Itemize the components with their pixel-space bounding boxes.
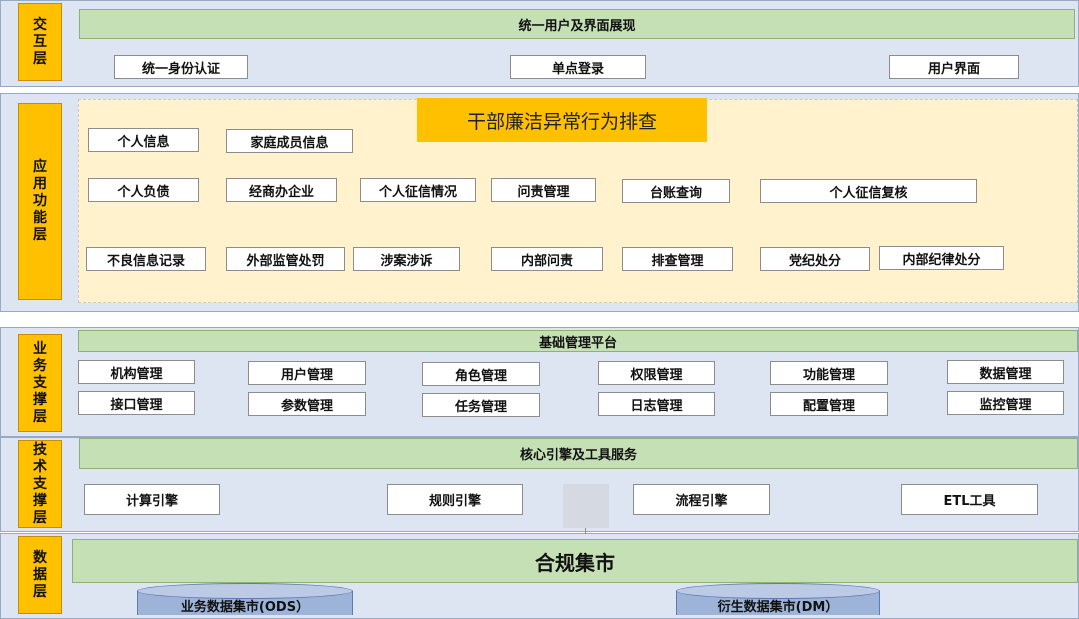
core-engine-bar: 核心引擎及工具服务 <box>79 438 1078 469</box>
dm-data-mart: 衍生数据集市(DM） <box>676 583 880 619</box>
biz-box-config-mgmt: 配置管理 <box>770 392 888 416</box>
base-platform-bar: 基础管理平台 <box>78 330 1078 352</box>
tech-box-compute-engine: 计算引擎 <box>84 484 220 515</box>
app-box-accountability-mgmt: 问责管理 <box>491 178 596 202</box>
business-layer-label: 业务支撑层 <box>18 334 62 432</box>
app-box-internal-accountability: 内部问责 <box>491 247 603 271</box>
biz-box-interface-mgmt: 接口管理 <box>78 391 195 415</box>
app-box-business-enterprise: 经商办企业 <box>226 178 337 202</box>
application-layer-label: 应用功能层 <box>18 103 62 300</box>
data-layer-label: 数据层 <box>18 536 62 614</box>
app-box-personal-info: 个人信息 <box>88 128 199 152</box>
technical-layer-label: 技术支撑层 <box>18 440 62 528</box>
app-box-investigation-mgmt: 排查管理 <box>622 247 733 271</box>
compliance-mart-bar: 合规集市 <box>72 539 1078 583</box>
app-box-litigation: 涉案涉诉 <box>353 247 460 271</box>
app-box-party-discipline: 党纪处分 <box>760 247 870 271</box>
biz-box-org-mgmt: 机构管理 <box>78 360 195 384</box>
interaction-layer-label: 交互层 <box>18 3 62 81</box>
app-box-bad-records: 不良信息记录 <box>86 247 206 271</box>
biz-box-param-mgmt: 参数管理 <box>248 392 366 416</box>
biz-box-data-mgmt: 数据管理 <box>947 360 1064 384</box>
dm-label: 衍生数据集市(DM） <box>717 600 839 615</box>
biz-box-role-mgmt: 角色管理 <box>422 362 540 386</box>
biz-box-task-mgmt: 任务管理 <box>422 393 540 417</box>
tech-box-etl-tool: ETL工具 <box>901 484 1038 515</box>
tech-box-rule-engine: 规则引擎 <box>387 484 523 515</box>
ods-label: 业务数据集市(ODS） <box>180 600 310 615</box>
user-interface-box: 用户界面 <box>889 55 1019 79</box>
biz-box-permission-mgmt: 权限管理 <box>598 361 715 385</box>
app-box-personal-debt: 个人负债 <box>88 178 199 202</box>
ods-data-mart: 业务数据集市(ODS） <box>137 583 353 619</box>
unified-auth-box: 统一身份认证 <box>114 55 248 79</box>
tech-box-workflow-engine: 流程引擎 <box>633 484 770 515</box>
app-box-family-info: 家庭成员信息 <box>226 129 353 153</box>
biz-box-log-mgmt: 日志管理 <box>598 392 715 416</box>
sso-box: 单点登录 <box>510 55 646 79</box>
application-title: 干部廉洁异常行为排查 <box>417 98 707 142</box>
biz-box-monitor-mgmt: 监控管理 <box>947 391 1064 415</box>
app-box-internal-discipline: 内部纪律处分 <box>879 246 1004 270</box>
biz-box-function-mgmt: 功能管理 <box>770 361 888 385</box>
app-box-external-penalty: 外部监管处罚 <box>226 247 345 271</box>
blank-placeholder-box <box>563 484 609 528</box>
app-box-credit-status: 个人征信情况 <box>360 178 476 202</box>
app-box-ledger-query: 台账查询 <box>622 179 730 203</box>
biz-box-user-mgmt: 用户管理 <box>248 361 366 385</box>
app-box-credit-review: 个人征信复核 <box>760 179 977 203</box>
unified-ui-bar: 统一用户及界面展现 <box>79 9 1075 39</box>
connector-tick <box>585 528 586 534</box>
